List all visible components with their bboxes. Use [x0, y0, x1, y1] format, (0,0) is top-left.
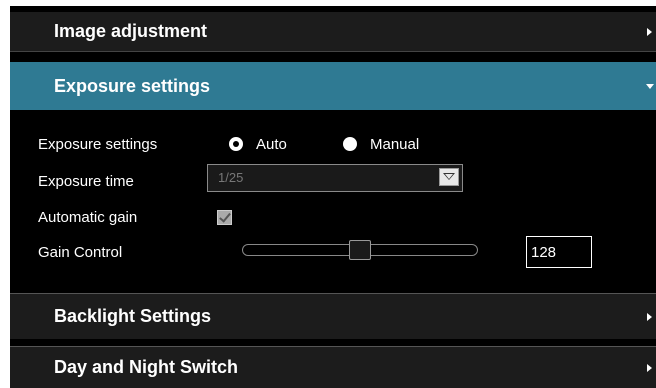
chevron-right-icon: [647, 363, 652, 372]
automatic-gain-checkbox[interactable]: [217, 210, 232, 225]
exposure-time-label: Exposure time: [38, 173, 134, 190]
section-title: Day and Night Switch: [54, 357, 239, 377]
gain-value-input[interactable]: [526, 236, 592, 268]
section-title: Exposure settings: [54, 75, 211, 96]
radio-manual-label: Manual: [370, 136, 420, 153]
exposure-mode-label: Exposure settings: [38, 136, 158, 153]
radio-manual[interactable]: [343, 137, 357, 151]
section-title: Image adjustment: [54, 21, 208, 41]
chevron-down-icon: [646, 84, 654, 89]
section-image-adjustment[interactable]: Image adjustment: [10, 12, 656, 52]
chevron-down-icon[interactable]: [439, 168, 459, 186]
gain-slider-thumb[interactable]: [349, 240, 371, 260]
chevron-right-icon: [647, 27, 652, 36]
radio-auto-label: Auto: [256, 136, 287, 153]
automatic-gain-label: Automatic gain: [38, 209, 138, 226]
exposure-time-value: 1/25: [218, 170, 244, 185]
section-title: Backlight Settings: [54, 306, 212, 326]
section-exposure-settings[interactable]: Exposure settings: [10, 62, 656, 110]
radio-auto[interactable]: [229, 137, 243, 151]
exposure-time-select[interactable]: 1/25: [207, 164, 463, 192]
section-backlight-settings[interactable]: Backlight Settings: [10, 293, 656, 339]
gain-control-label: Gain Control: [38, 244, 123, 261]
section-day-night-switch[interactable]: Day and Night Switch: [10, 346, 656, 388]
chevron-right-icon: [647, 312, 652, 321]
